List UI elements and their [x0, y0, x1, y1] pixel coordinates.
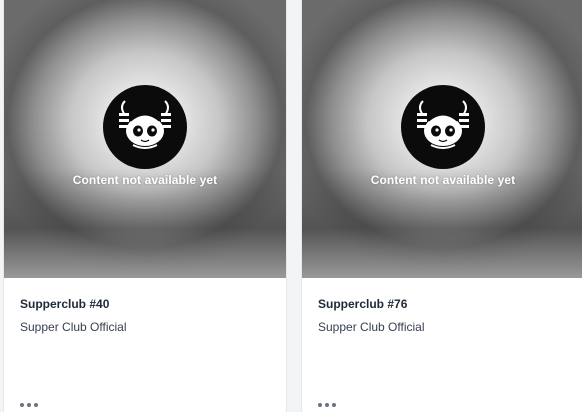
- collection-avatar-icon: [401, 85, 485, 169]
- ellipsis-icon[interactable]: [20, 400, 40, 410]
- dot: [332, 403, 336, 407]
- collection-name[interactable]: Supper Club Official: [20, 319, 270, 335]
- collection-name[interactable]: Supper Club Official: [318, 319, 568, 335]
- card-info: Supperclub #40 Supper Club Official: [4, 278, 286, 335]
- dot: [20, 403, 24, 407]
- nft-media-placeholder[interactable]: Content not available yet: [302, 0, 582, 278]
- dot: [318, 403, 322, 407]
- dot: [34, 403, 38, 407]
- nft-media-placeholder[interactable]: Content not available yet: [4, 0, 286, 278]
- content-unavailable-label: Content not available yet: [72, 173, 218, 187]
- nft-title[interactable]: Supperclub #76: [318, 296, 568, 312]
- nft-card-grid: Content not available yet Supperclub #40…: [0, 0, 582, 412]
- dot: [325, 403, 329, 407]
- dot: [27, 403, 31, 407]
- nft-card[interactable]: Content not available yet Supperclub #40…: [4, 0, 286, 412]
- collection-avatar-icon: [103, 85, 187, 169]
- ellipsis-icon[interactable]: [318, 400, 338, 410]
- nft-title[interactable]: Supperclub #40: [20, 296, 270, 312]
- nft-card[interactable]: Content not available yet Supperclub #76…: [302, 0, 582, 412]
- card-info: Supperclub #76 Supper Club Official: [302, 278, 582, 335]
- content-unavailable-label: Content not available yet: [370, 173, 516, 187]
